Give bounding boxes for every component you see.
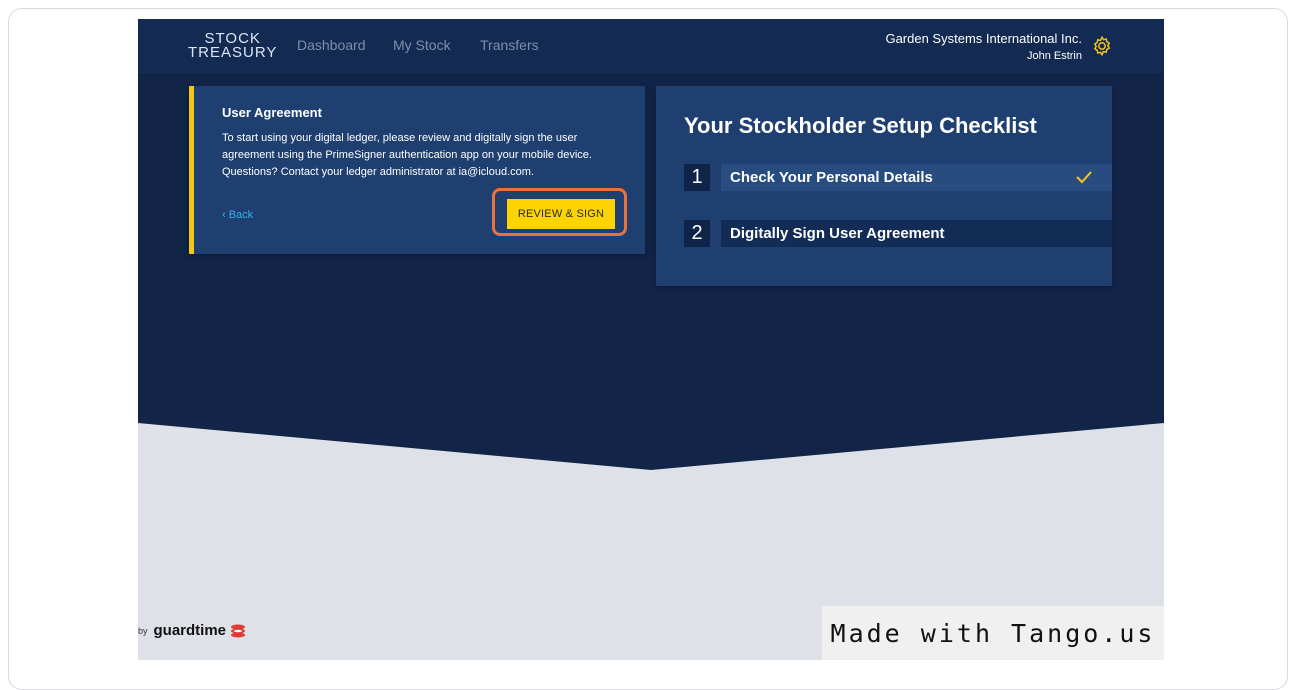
checklist-heading: Your Stockholder Setup Checklist	[684, 113, 1037, 138]
step-bar: Digitally Sign User Agreement	[721, 220, 1112, 247]
user-name: John Estrin	[1026, 50, 1082, 62]
stock-treasury-logo[interactable]: STOCK TREASURY	[188, 31, 278, 61]
top-navigation-bar: STOCK TREASURY Dashboard My Stock Transf…	[138, 19, 1164, 75]
gear-icon[interactable]	[1091, 35, 1113, 57]
step-number: 1	[684, 164, 710, 191]
powered-by-guardtime: by guardtime	[138, 622, 246, 639]
setup-checklist-card: Your Stockholder Setup Checklist 1 Check…	[656, 86, 1112, 286]
review-and-sign-button[interactable]: REVIEW & SIGN	[507, 199, 615, 229]
nav-dashboard[interactable]: Dashboard	[297, 37, 366, 53]
guardtime-logo-icon	[231, 624, 246, 637]
account-info[interactable]: Garden Systems International Inc. John E…	[885, 31, 1082, 62]
user-agreement-title: User Agreement	[222, 105, 322, 120]
logo-line-2: TREASURY	[188, 44, 278, 61]
step-number: 2	[684, 220, 710, 247]
back-link[interactable]: ‹ Back	[222, 209, 253, 221]
step-bar: Check Your Personal Details	[721, 164, 1112, 191]
checklist-step[interactable]: 2 Digitally Sign User Agreement	[684, 220, 1112, 247]
powered-by-label: by	[138, 625, 148, 636]
nav-transfers[interactable]: Transfers	[480, 37, 539, 53]
company-name: Garden Systems International Inc.	[885, 31, 1082, 46]
step-label: Check Your Personal Details	[730, 169, 933, 186]
guardtime-brand: guardtime	[153, 622, 227, 639]
app-window: STOCK TREASURY Dashboard My Stock Transf…	[138, 19, 1164, 660]
step-label: Digitally Sign User Agreement	[730, 225, 945, 242]
checkmark-icon	[1076, 171, 1092, 184]
nav-my-stock[interactable]: My Stock	[393, 37, 451, 53]
user-agreement-card: User Agreement To start using your digit…	[189, 86, 645, 254]
tango-watermark: Made with Tango.us	[822, 606, 1164, 660]
checklist-step[interactable]: 1 Check Your Personal Details	[684, 164, 1112, 191]
user-agreement-text: To start using your digital ledger, plea…	[222, 132, 592, 178]
